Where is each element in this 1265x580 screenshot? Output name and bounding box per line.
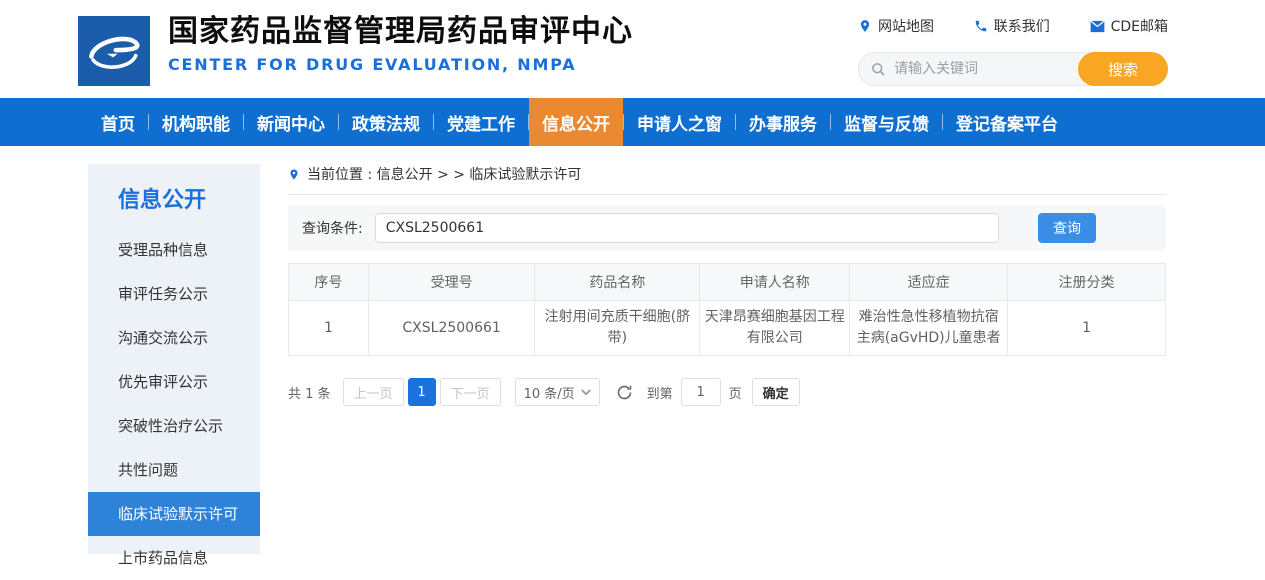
cell-drug-name: 注射用间充质干细胞(脐带)	[535, 301, 700, 356]
query-input[interactable]	[375, 213, 999, 243]
sidebar-title: 信息公开	[88, 164, 260, 228]
cde-logo	[78, 16, 150, 86]
search-button[interactable]: 搜索	[1078, 52, 1168, 86]
sidebar-item-communication[interactable]: 沟通交流公示	[88, 316, 260, 360]
sidebar-item-review-tasks[interactable]: 审评任务公示	[88, 272, 260, 316]
pagination: 共 1 条 上一页 1 下一页 10 条/页 到第 页 确定	[288, 378, 1166, 406]
cde-logo-swoosh	[85, 25, 143, 77]
nav-supervision-feedback[interactable]: 监督与反馈	[831, 98, 942, 146]
col-acceptance-number: 受理号	[368, 264, 535, 301]
page-size-select[interactable]: 10 条/页	[515, 378, 600, 406]
col-registration-class: 注册分类	[1008, 264, 1166, 301]
cell-serial: 1	[289, 301, 369, 356]
contact-link[interactable]: 联系我们	[974, 16, 1050, 36]
query-panel: 查询条件: 查询	[288, 205, 1166, 251]
contact-label: 联系我们	[994, 16, 1050, 36]
goto-page-input[interactable]	[681, 378, 721, 406]
sidebar-item-breakthrough-therapy[interactable]: 突破性治疗公示	[88, 404, 260, 448]
results-table: 序号 受理号 药品名称 申请人名称 适应症 注册分类 1 CXSL2500661…	[288, 263, 1166, 356]
goto-prefix: 到第	[647, 383, 673, 402]
mailbox-link[interactable]: CDE邮箱	[1090, 16, 1168, 36]
search-input[interactable]	[886, 61, 1078, 77]
site-search: 搜索	[858, 52, 1168, 86]
col-serial: 序号	[289, 264, 369, 301]
next-page-button[interactable]: 下一页	[440, 378, 501, 406]
nav-policies[interactable]: 政策法规	[339, 98, 433, 146]
nav-home[interactable]: 首页	[88, 98, 148, 146]
goto-confirm-button[interactable]: 确定	[752, 378, 800, 406]
col-applicant-name: 申请人名称	[700, 264, 850, 301]
nav-news[interactable]: 新闻中心	[244, 98, 338, 146]
site-header: 国家药品监督管理局药品审评中心 CENTER FOR DRUG EVALUATI…	[0, 0, 1265, 98]
site-title: 国家药品监督管理局药品审评中心	[168, 12, 633, 51]
nav-functions[interactable]: 机构职能	[149, 98, 243, 146]
sidebar-item-common-issues[interactable]: 共性问题	[88, 448, 260, 492]
col-drug-name: 药品名称	[535, 264, 700, 301]
cell-acceptance-number: CXSL2500661	[368, 301, 535, 356]
nav-info-disclosure[interactable]: 信息公开	[529, 98, 623, 146]
chevron-down-icon	[581, 389, 591, 396]
sidebar-item-accepted-varieties[interactable]: 受理品种信息	[88, 228, 260, 272]
cell-applicant-name: 天津昂赛细胞基因工程有限公司	[700, 301, 850, 356]
nav-registration-platform[interactable]: 登记备案平台	[943, 98, 1071, 146]
sidebar: 信息公开 受理品种信息 审评任务公示 沟通交流公示 优先审评公示 突破性治疗公示…	[88, 164, 260, 554]
cell-indication: 难治性急性移植物抗宿主病(aGvHD)儿童患者	[850, 301, 1008, 356]
sidebar-item-priority-review[interactable]: 优先审评公示	[88, 360, 260, 404]
page-size-value: 10 条/页	[524, 383, 575, 402]
query-button[interactable]: 查询	[1038, 213, 1096, 243]
breadcrumb: 当前位置 : 信息公开 > > 临床试验默示许可	[288, 164, 1166, 195]
sitemap-link[interactable]: 网站地图	[858, 16, 934, 36]
map-pin-icon	[858, 19, 872, 33]
prev-page-button[interactable]: 上一页	[343, 378, 404, 406]
sitemap-label: 网站地图	[878, 16, 934, 36]
mail-icon	[1090, 20, 1105, 33]
nav-services[interactable]: 办事服务	[736, 98, 830, 146]
refresh-icon[interactable]	[616, 384, 633, 401]
page-number-1[interactable]: 1	[408, 378, 436, 406]
sidebar-item-clinical-trial-implied-license[interactable]: 临床试验默示许可	[88, 492, 260, 536]
col-indication: 适应症	[850, 264, 1008, 301]
search-icon	[871, 62, 886, 77]
site-subtitle: CENTER FOR DRUG EVALUATION, NMPA	[168, 55, 633, 74]
goto-suffix: 页	[729, 383, 742, 402]
table-header-row: 序号 受理号 药品名称 申请人名称 适应症 注册分类	[289, 264, 1166, 301]
main-nav: 首页 机构职能 新闻中心 政策法规 党建工作 信息公开 申请人之窗 办事服务 监…	[0, 98, 1265, 146]
sidebar-item-marketed-drugs[interactable]: 上市药品信息	[88, 536, 260, 580]
location-pin-icon	[288, 167, 300, 182]
breadcrumb-text: 当前位置 : 信息公开 > > 临床试验默示许可	[307, 164, 581, 184]
pagination-total: 共 1 条	[288, 383, 331, 402]
mailbox-label: CDE邮箱	[1111, 16, 1168, 36]
brand-block: 国家药品监督管理局药品审评中心 CENTER FOR DRUG EVALUATI…	[168, 12, 633, 74]
table-row: 1 CXSL2500661 注射用间充质干细胞(脐带) 天津昂赛细胞基因工程有限…	[289, 301, 1166, 356]
cell-registration-class: 1	[1008, 301, 1166, 356]
query-label: 查询条件:	[302, 218, 363, 238]
nav-party-building[interactable]: 党建工作	[434, 98, 528, 146]
nav-applicant-window[interactable]: 申请人之窗	[624, 98, 735, 146]
phone-icon	[974, 19, 988, 33]
quick-links: 网站地图 联系我们 CDE邮箱	[858, 16, 1168, 36]
